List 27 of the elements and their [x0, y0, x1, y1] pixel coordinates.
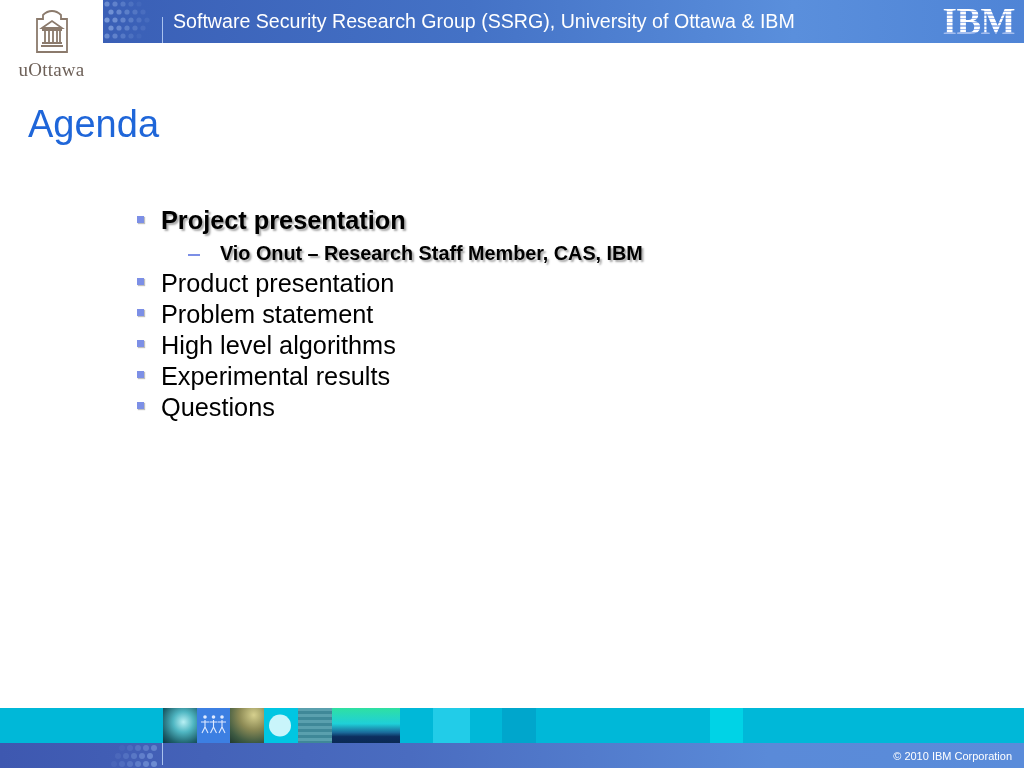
bullet-text: High level algorithms	[161, 329, 396, 360]
bullet-icon	[137, 340, 144, 347]
bullet-icon	[137, 309, 144, 316]
building-icon	[33, 9, 70, 53]
bullet-text: Project presentation	[161, 205, 406, 235]
bullet-text: Product presentation	[161, 267, 395, 298]
sub-bullet-text: Vio Onut – Research Staff Member, CAS, IBM	[220, 241, 643, 265]
dash-bullet-icon	[188, 254, 200, 256]
bullet-text: Problem statement	[161, 298, 374, 329]
copyright-text: © 2010 IBM Corporation	[893, 748, 1012, 763]
photo-placeholder	[163, 708, 197, 743]
stripes-drawing	[298, 708, 332, 743]
bullet-icon	[137, 371, 144, 378]
bullet-icon	[137, 215, 144, 223]
slide-title: Agenda	[28, 103, 159, 145]
header-title: Software Security Research Group (SSRG), University of Ottawa & IBM	[173, 8, 795, 33]
photo-placeholder	[332, 708, 400, 743]
photo-placeholder	[230, 708, 264, 743]
color-tile	[710, 708, 743, 743]
bullet-icon	[137, 402, 144, 409]
people-icon	[197, 708, 230, 743]
bullet-text: Experimental results	[161, 360, 391, 391]
bullet-icon	[137, 278, 144, 285]
logo-text: uOttawa	[18, 60, 85, 80]
color-tile	[433, 708, 470, 743]
bullet-text: Questions	[161, 391, 275, 422]
color-tile	[502, 708, 536, 743]
